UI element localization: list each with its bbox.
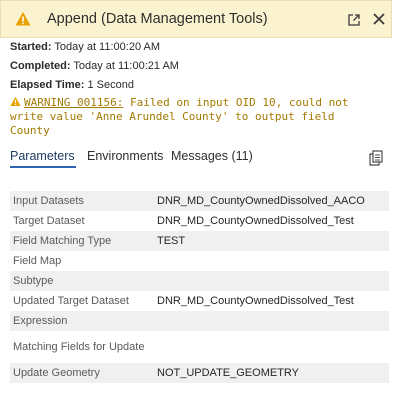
tab-parameters[interactable]: Parameters [10,149,75,163]
table-row: Expression [10,311,389,331]
completed-value: Today at 11:00:21 AM [73,60,179,72]
table-row: Target Dataset DNR_MD_CountyOwnedDissolv… [10,211,389,231]
table-row: Matching Fields for Update [10,331,389,363]
param-name: Subtype [10,271,154,291]
param-name: Updated Target Dataset [13,295,129,307]
param-value: DNR_MD_CountyOwnedDissolved_Test [157,295,354,307]
completed-label: Completed: [10,60,71,72]
title-bar: Append (Data Management Tools) [0,0,392,38]
close-icon[interactable] [372,12,386,26]
param-name: Field Matching Type [10,231,154,251]
elapsed-label: Elapsed Time: [10,79,85,91]
param-name: Target Dataset [13,215,85,227]
table-row: Subtype [10,271,389,291]
parameters-table: Input Datasets DNR_MD_CountyOwnedDissolv… [10,191,389,383]
param-name: Input Datasets [10,191,154,211]
warning-icon [15,12,31,26]
completed-row: Completed: Today at 11:00:21 AM [10,60,179,72]
elapsed-value: 1 Second [87,79,134,91]
param-value: TEST [154,231,389,251]
tab-environments[interactable]: Environments [87,149,163,163]
param-name: Field Map [13,255,62,267]
started-row: Started: Today at 11:00:20 AM [10,41,160,53]
table-row: Field Map [10,251,389,271]
dialog-title: Append (Data Management Tools) [47,11,268,27]
param-value [154,271,389,291]
table-row: Updated Target Dataset DNR_MD_CountyOwne… [10,291,389,311]
param-name: Expression [10,311,154,331]
param-value [154,311,389,331]
warning-code-link[interactable]: WARNING 001156: [24,96,123,109]
table-row: Update Geometry NOT_UPDATE_GEOMETRY [10,363,389,383]
started-value: Today at 11:00:20 AM [54,41,161,53]
param-value: DNR_MD_CountyOwnedDissolved_Test [157,215,354,227]
param-value: NOT_UPDATE_GEOMETRY [154,363,389,383]
warning-small-icon [10,96,21,106]
param-value: DNR_MD_CountyOwnedDissolved_AACO [154,191,389,211]
param-value [154,331,389,363]
table-row: Input Datasets DNR_MD_CountyOwnedDissolv… [10,191,389,211]
warning-message: WARNING 001156: Failed on input OID 10, … [10,96,370,138]
table-row: Field Matching Type TEST [10,231,389,251]
tab-messages[interactable]: Messages (11) [171,149,253,163]
elapsed-row: Elapsed Time: 1 Second [10,79,134,91]
started-label: Started: [10,41,52,53]
copy-icon[interactable] [369,150,383,166]
param-name: Update Geometry [10,363,154,383]
active-tab-indicator [10,166,76,168]
param-value [154,251,389,271]
param-name: Matching Fields for Update [13,340,145,353]
pop-out-icon[interactable] [347,13,361,27]
